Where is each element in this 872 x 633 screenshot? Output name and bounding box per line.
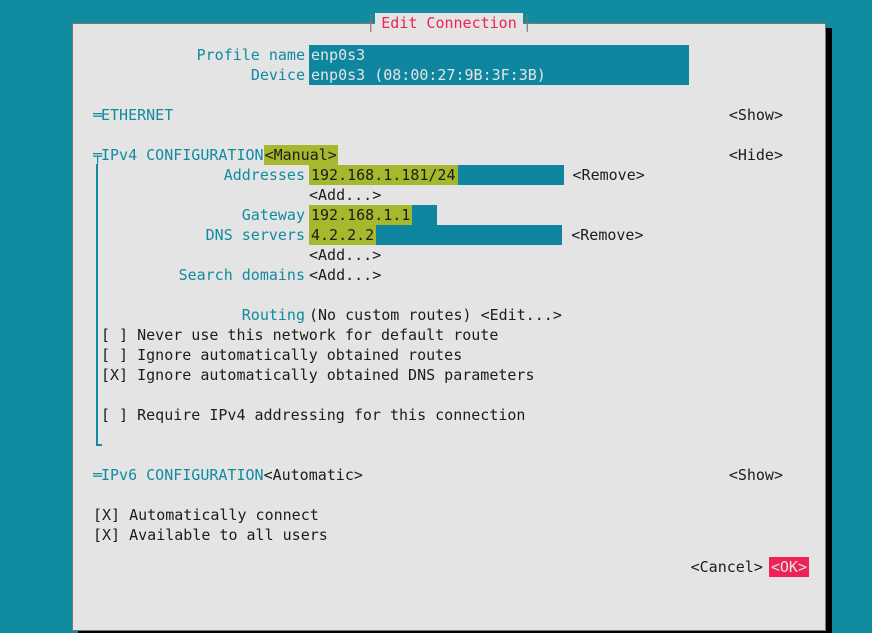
- window-title: Edit Connection: [375, 13, 522, 33]
- ethernet-show-button[interactable]: <Show>: [729, 105, 813, 125]
- available-all-users-checkbox[interactable]: [X] Available to all users: [85, 525, 813, 545]
- ipv6-section-title: IPv6 CONFIGURATION: [101, 465, 264, 485]
- ipv4-section-title: IPv4 CONFIGURATION: [101, 145, 264, 165]
- ignore-auto-routes-checkbox[interactable]: [ ] Ignore automatically obtained routes: [85, 345, 813, 365]
- search-domains-add-button[interactable]: <Add...>: [309, 265, 381, 285]
- dns-input[interactable]: 4.2.2.2: [309, 225, 376, 245]
- edit-connection-window: ┤ Edit Connection ├ Profile name enp0s3 …: [72, 23, 826, 631]
- gateway-input[interactable]: 192.168.1.1: [309, 205, 412, 225]
- gateway-label: Gateway: [85, 205, 309, 225]
- ethernet-marker: ═: [85, 105, 101, 125]
- device-label: Device: [85, 65, 309, 85]
- ignore-auto-dns-checkbox[interactable]: [X] Ignore automatically obtained DNS pa…: [85, 365, 813, 385]
- ethernet-section-title: ETHERNET: [101, 105, 173, 125]
- ipv4-mode-select[interactable]: <Manual>: [264, 145, 338, 165]
- address-add-button[interactable]: <Add...>: [309, 185, 381, 205]
- ipv6-marker: ═: [85, 465, 101, 485]
- device-input[interactable]: enp0s3 (08:00:27:9B:3F:3B): [309, 65, 689, 85]
- window-title-bar: ┤ Edit Connection ├: [85, 13, 813, 33]
- routing-label: Routing: [85, 305, 309, 325]
- ipv4-hide-button[interactable]: <Hide>: [729, 145, 813, 165]
- dns-remove-button[interactable]: <Remove>: [571, 225, 643, 245]
- never-default-route-checkbox[interactable]: [ ] Never use this network for default r…: [85, 325, 813, 345]
- dns-label: DNS servers: [85, 225, 309, 245]
- require-ipv4-checkbox[interactable]: [ ] Require IPv4 addressing for this con…: [85, 405, 813, 425]
- routing-value: (No custom routes): [309, 305, 472, 325]
- address-input[interactable]: 192.168.1.181/24: [309, 165, 458, 185]
- ok-button[interactable]: <OK>: [769, 557, 809, 577]
- search-domains-label: Search domains: [85, 265, 309, 285]
- routing-edit-button[interactable]: <Edit...>: [481, 305, 562, 325]
- ipv4-marker: ╤: [85, 145, 101, 165]
- ipv6-mode-select[interactable]: <Automatic>: [264, 465, 363, 485]
- profile-name-input[interactable]: enp0s3: [309, 45, 689, 65]
- addresses-label: Addresses: [85, 165, 309, 185]
- profile-name-label: Profile name: [85, 45, 309, 65]
- dns-add-button[interactable]: <Add...>: [309, 245, 381, 265]
- address-remove-button[interactable]: <Remove>: [573, 165, 645, 185]
- ipv6-show-button[interactable]: <Show>: [729, 465, 813, 485]
- cancel-button[interactable]: <Cancel>: [691, 557, 763, 577]
- auto-connect-checkbox[interactable]: [X] Automatically connect: [85, 505, 813, 525]
